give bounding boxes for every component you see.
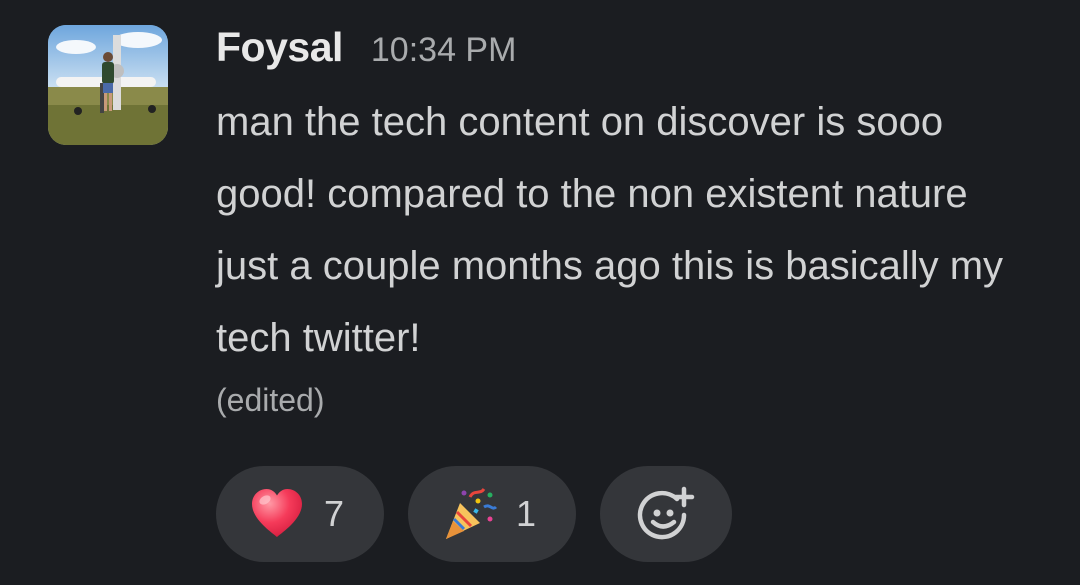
add-reaction-button[interactable] [600,466,732,562]
timestamp[interactable]: 10:34 PM [371,31,517,70]
message-content: Foysal 10:34 PM man the tech content on … [216,24,1036,420]
reaction-heart[interactable]: 7 [216,466,384,562]
party-popper-icon [440,485,498,543]
edited-label: (edited) [216,382,325,418]
message-header: Foysal 10:34 PM [216,24,1036,76]
reaction-heart-count: 7 [323,493,345,534]
message-container: Foysal 10:34 PM man the tech content on … [0,0,1080,585]
avatar[interactable] [48,25,168,145]
avatar-photo [48,25,168,145]
add-reaction-icon [637,485,695,543]
author-name[interactable]: Foysal [216,24,343,71]
reactions-bar: 7 1 [216,466,732,562]
heart-icon [248,485,306,543]
message-text: man the tech content on discover is sooo… [216,100,1004,360]
reaction-party-count: 1 [515,493,537,534]
reaction-party-popper[interactable]: 1 [408,466,576,562]
